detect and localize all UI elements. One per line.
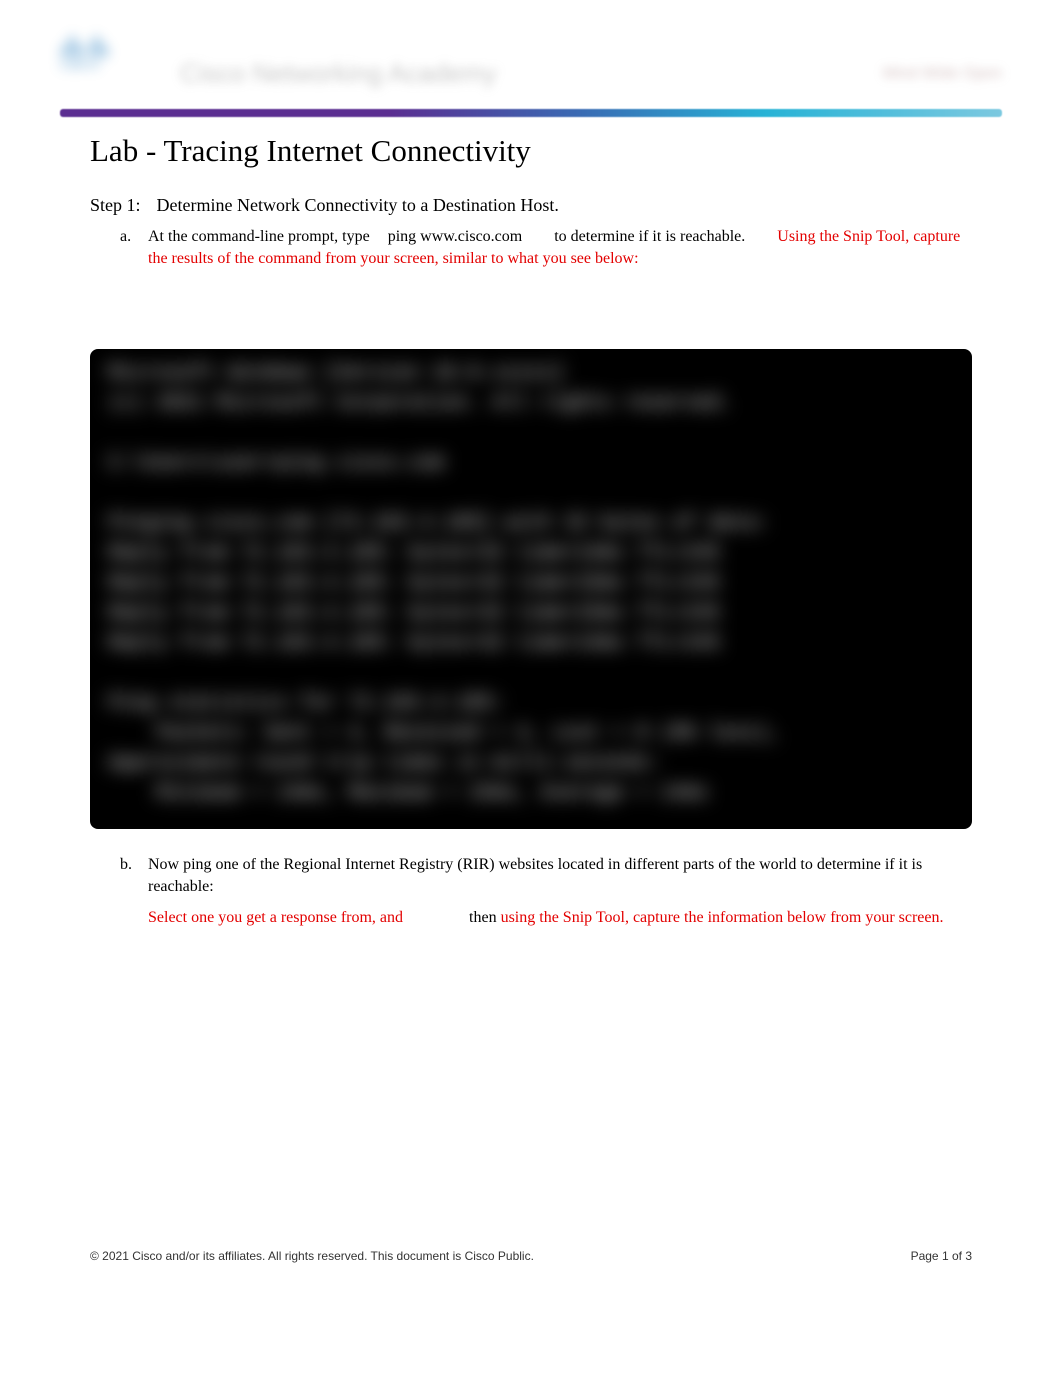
instruction-list: a. At the command-line prompt, type ping… — [90, 226, 972, 269]
page-current: 1 — [942, 1249, 949, 1263]
text-segment: to determine if it is reachable. — [554, 226, 745, 248]
list-marker: b. — [120, 854, 132, 876]
instruction-highlight: Select one you get a response from, and — [148, 909, 403, 926]
header-divider-bar — [60, 109, 1002, 117]
step-heading: Step 1: Determine Network Connectivity t… — [90, 195, 972, 216]
list-item: b. Now ping one of the Regional Internet… — [120, 854, 972, 929]
instruction-list: b. Now ping one of the Regional Internet… — [90, 854, 972, 929]
instruction-highlight: using the Snip Tool, capture the informa… — [501, 909, 944, 926]
page-title: Lab - Tracing Internet Connectivity — [90, 133, 972, 169]
header-tagline: Mind Wide Open — [883, 65, 1002, 83]
header-subtitle: Cisco Networking Academy — [180, 58, 496, 89]
list-item: a. At the command-line prompt, type ping… — [120, 226, 972, 269]
text-segment: Now ping one of the Regional Internet Re… — [148, 856, 922, 895]
document-body: Lab - Tracing Internet Connectivity Step… — [60, 133, 1002, 929]
command-text: ping www.cisco.com — [388, 226, 523, 248]
terminal-output: Microsoft Windows [Version 10.0.xxxxx] (… — [90, 349, 972, 829]
text-segment: At the command-line prompt, type — [148, 226, 370, 248]
copyright-text: © 2021 Cisco and/or its affiliates. All … — [90, 1249, 534, 1263]
cisco-logo: CISCO — [60, 35, 155, 95]
page-label: Page — [911, 1249, 939, 1263]
terminal-screenshot: Microsoft Windows [Version 10.0.xxxxx] (… — [90, 349, 972, 829]
page-total: of 3 — [952, 1249, 972, 1263]
document-header: CISCO Cisco Networking Academy Mind Wide… — [60, 40, 1002, 105]
text-segment: then — [469, 909, 497, 926]
list-marker: a. — [120, 226, 131, 248]
page-footer: © 2021 Cisco and/or its affiliates. All … — [60, 1249, 1002, 1263]
step-text: Determine Network Connectivity to a Dest… — [157, 195, 559, 215]
page-number: Page 1 of 3 — [911, 1249, 972, 1263]
step-label: Step 1: — [90, 195, 152, 216]
